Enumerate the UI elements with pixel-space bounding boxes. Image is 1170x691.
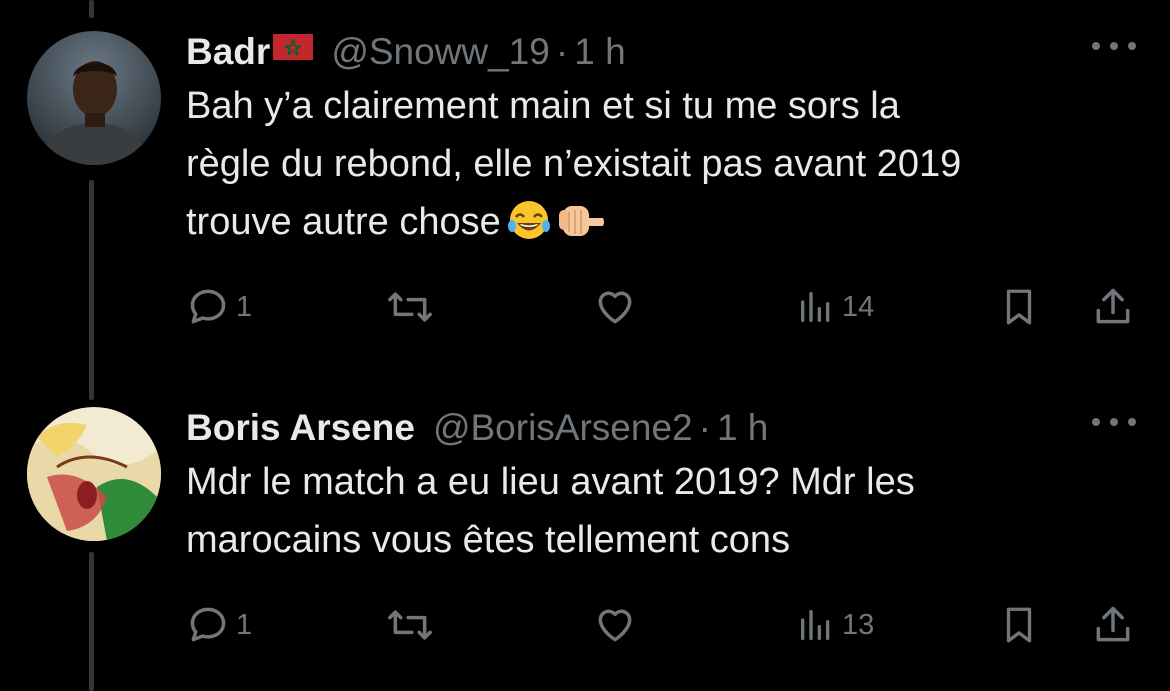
repost-icon: [388, 610, 432, 640]
share-button[interactable]: [1090, 284, 1136, 330]
more-options-icon[interactable]: [1092, 407, 1136, 437]
display-name[interactable]: Boris Arsene: [186, 407, 415, 449]
avatar-boris-arsene[interactable]: [27, 407, 161, 541]
views-button[interactable]: 13: [796, 602, 874, 648]
user-handle[interactable]: @Snoww_19: [331, 31, 550, 73]
tweet-2-header: Boris Arsene @BorisArsene2 · 1 h: [186, 407, 1136, 451]
tweet-2-text: Mdr le match a eu lieu avant 2019? Mdr l…: [186, 453, 1130, 569]
morocco-flag-icon: [273, 34, 314, 60]
tweet-1-actions: 1 14: [186, 284, 1146, 330]
display-name[interactable]: Badr: [186, 31, 270, 73]
tweet-text-line: Mdr le match a eu lieu avant 2019? Mdr l…: [186, 461, 915, 503]
views-button[interactable]: 14: [796, 284, 874, 330]
bookmark-icon: [1006, 607, 1032, 643]
tweet-text-line-3: trouve autre chose: [186, 193, 1130, 251]
reply-count: 1: [236, 608, 253, 641]
like-button[interactable]: [591, 602, 639, 648]
timestamp[interactable]: 1 h: [717, 407, 768, 449]
tweet-2[interactable]: Boris Arsene @BorisArsene2 · 1 h Mdr le …: [0, 370, 1170, 691]
reply-button[interactable]: 1: [186, 284, 252, 330]
tweet-text-line: règle du rebond, elle n’existait pas ava…: [186, 143, 962, 185]
repost-button[interactable]: [386, 602, 434, 648]
reply-count: 1: [236, 290, 253, 323]
reply-button[interactable]: 1: [186, 602, 252, 648]
heart-icon: [598, 291, 632, 324]
bookmark-button[interactable]: [998, 602, 1040, 648]
tweet-2-actions: 1 13: [186, 602, 1146, 648]
like-button[interactable]: [591, 284, 639, 330]
repost-button[interactable]: [386, 284, 434, 330]
heart-icon: [598, 609, 632, 642]
tweet-1-header: Badr @Snoww_19 · 1 h: [186, 31, 1136, 75]
user-handle[interactable]: @BorisArsene2: [433, 407, 693, 449]
share-button[interactable]: [1090, 602, 1136, 648]
tweet-text-line: marocains vous êtes tellement cons: [186, 519, 791, 561]
more-options-icon[interactable]: [1092, 31, 1136, 61]
views-icon: [801, 292, 830, 322]
bookmark-icon: [1006, 289, 1032, 325]
timestamp[interactable]: 1 h: [574, 31, 625, 73]
reply-icon: [190, 289, 226, 324]
tweet-2-content: Boris Arsene @BorisArsene2 · 1 h Mdr le …: [186, 407, 1136, 569]
separator-dot: ·: [555, 31, 569, 72]
view-count: 13: [842, 608, 875, 641]
tweet-1-content: Badr @Snoww_19 · 1 h Bah y’a clairement …: [186, 31, 1136, 251]
repost-icon: [388, 292, 432, 322]
views-icon: [801, 610, 830, 640]
tweet-1[interactable]: Badr @Snoww_19 · 1 h Bah y’a clairement …: [0, 0, 1170, 370]
tears-of-joy-emoji-icon: [507, 198, 551, 242]
reply-icon: [190, 607, 226, 642]
avatar-badr[interactable]: [27, 31, 161, 165]
separator-dot: ·: [698, 407, 711, 448]
share-icon: [1096, 606, 1130, 642]
pointing-fist-emoji-icon: [557, 198, 604, 242]
tweet-text-line: Bah y’a clairement main et si tu me sors…: [186, 85, 900, 127]
bookmark-button[interactable]: [998, 284, 1040, 330]
tweet-1-text: Bah y’a clairement main et si tu me sors…: [186, 77, 1130, 251]
share-icon: [1096, 288, 1130, 324]
view-count: 14: [842, 290, 875, 323]
